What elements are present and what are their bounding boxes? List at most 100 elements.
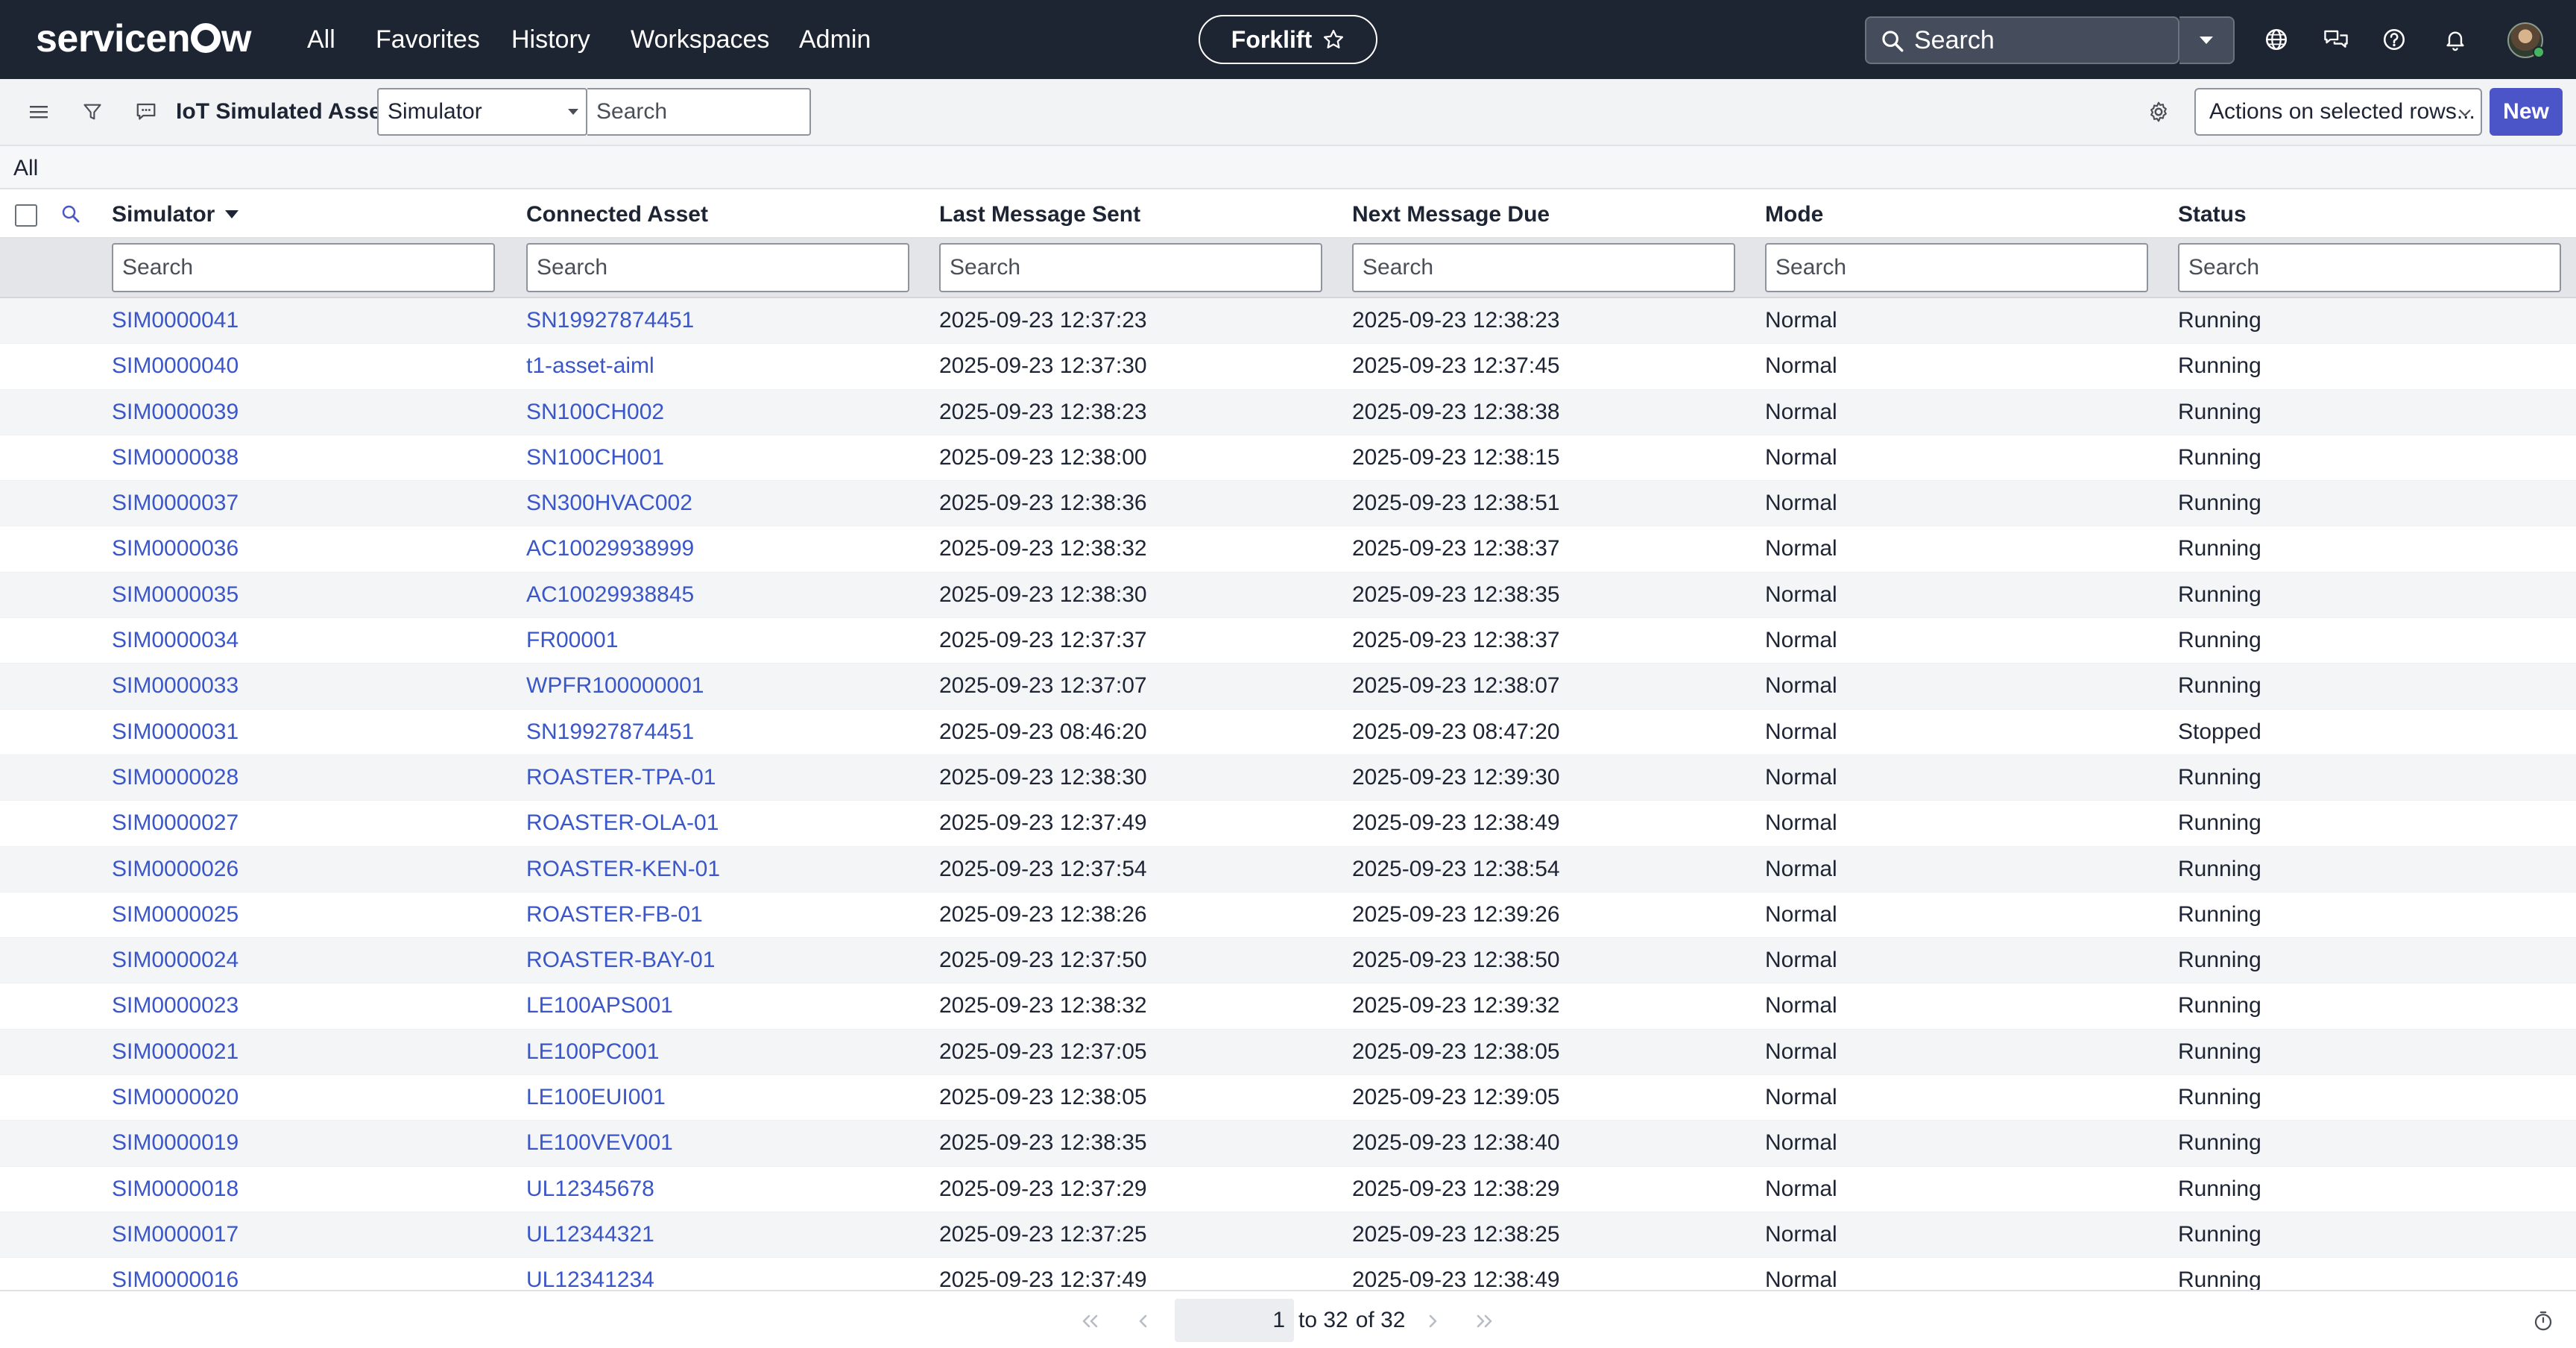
column-header-last-message-sent[interactable]: Last Message Sent bbox=[939, 200, 1140, 230]
filter-connected-asset-input[interactable] bbox=[526, 243, 909, 292]
table-row[interactable]: SIM0000039 SN100CH002 2025-09-23 12:38:2… bbox=[0, 389, 2576, 435]
table-row[interactable]: SIM0000019 LE100VEV001 2025-09-23 12:38:… bbox=[0, 1121, 2576, 1167]
connected-asset-link[interactable]: LE100VEV001 bbox=[526, 1121, 673, 1165]
table-row[interactable]: SIM0000025 ROASTER-FB-01 2025-09-23 12:3… bbox=[0, 892, 2576, 939]
table-row[interactable]: SIM0000026 ROASTER-KEN-01 2025-09-23 12:… bbox=[0, 846, 2576, 892]
table-row[interactable]: SIM0000021 LE100PC001 2025-09-23 12:37:0… bbox=[0, 1029, 2576, 1076]
table-row[interactable]: SIM0000031 SN19927874451 2025-09-23 08:4… bbox=[0, 710, 2576, 755]
filter-status-input[interactable] bbox=[2178, 243, 2561, 292]
globe-icon[interactable] bbox=[2261, 25, 2291, 54]
filter-next-message-due-input[interactable] bbox=[1352, 243, 1735, 292]
table-row[interactable]: SIM0000038 SN100CH001 2025-09-23 12:38:0… bbox=[0, 435, 2576, 482]
table-row[interactable]: SIM0000027 ROASTER-OLA-01 2025-09-23 12:… bbox=[0, 801, 2576, 847]
global-search-input[interactable]: Search bbox=[1865, 16, 2179, 64]
select-all-checkbox[interactable] bbox=[15, 204, 37, 227]
simulator-link[interactable]: SIM0000033 bbox=[112, 664, 239, 708]
table-row[interactable]: SIM0000034 FR00001 2025-09-23 12:37:37 2… bbox=[0, 618, 2576, 664]
connected-asset-link[interactable]: AC10029938999 bbox=[526, 526, 694, 571]
column-search-icon[interactable] bbox=[60, 203, 82, 225]
list-search-input[interactable] bbox=[587, 88, 811, 136]
workspace-pill-forklift[interactable]: Forklift bbox=[1199, 15, 1377, 64]
column-header-mode[interactable]: Mode bbox=[1765, 200, 1823, 230]
search-field-select[interactable]: Simulator bbox=[377, 88, 587, 136]
simulator-link[interactable]: SIM0000028 bbox=[112, 755, 239, 800]
table-row[interactable]: SIM0000028 ROASTER-TPA-01 2025-09-23 12:… bbox=[0, 755, 2576, 801]
connected-asset-link[interactable]: SN19927874451 bbox=[526, 298, 694, 343]
nav-all[interactable]: All bbox=[307, 24, 335, 55]
simulator-link[interactable]: SIM0000017 bbox=[112, 1212, 239, 1257]
simulator-link[interactable]: SIM0000018 bbox=[112, 1167, 239, 1212]
connected-asset-link[interactable]: UL12345678 bbox=[526, 1167, 654, 1212]
current-page-input[interactable] bbox=[1175, 1299, 1294, 1342]
connected-asset-link[interactable]: SN19927874451 bbox=[526, 710, 694, 755]
first-page-icon[interactable] bbox=[1076, 1308, 1103, 1335]
simulator-link[interactable]: SIM0000031 bbox=[112, 710, 239, 755]
nav-admin[interactable]: Admin bbox=[799, 24, 871, 55]
connected-asset-link[interactable]: ROASTER-TPA-01 bbox=[526, 755, 716, 800]
new-button[interactable]: New bbox=[2490, 88, 2563, 136]
connected-asset-link[interactable]: SN100CH001 bbox=[526, 435, 664, 480]
nav-workspaces[interactable]: Workspaces bbox=[631, 24, 769, 55]
servicenow-logo[interactable]: servicen w bbox=[36, 16, 252, 61]
connected-asset-link[interactable]: ROASTER-FB-01 bbox=[526, 892, 703, 937]
breadcrumb-all[interactable]: All bbox=[13, 155, 38, 182]
search-scope-dropdown[interactable] bbox=[2179, 16, 2235, 64]
chat-bubbles-icon[interactable] bbox=[2321, 25, 2351, 54]
next-page-icon[interactable] bbox=[1419, 1308, 1446, 1335]
simulator-link[interactable]: SIM0000035 bbox=[112, 573, 239, 617]
column-header-simulator[interactable]: Simulator bbox=[112, 200, 239, 230]
chat-icon[interactable] bbox=[130, 95, 162, 128]
connected-asset-link[interactable]: SN100CH002 bbox=[526, 390, 664, 435]
simulator-link[interactable]: SIM0000038 bbox=[112, 435, 239, 480]
simulator-link[interactable]: SIM0000036 bbox=[112, 526, 239, 571]
connected-asset-link[interactable]: LE100APS001 bbox=[526, 983, 673, 1028]
table-row[interactable]: SIM0000020 LE100EUI001 2025-09-23 12:38:… bbox=[0, 1075, 2576, 1121]
simulator-link[interactable]: SIM0000027 bbox=[112, 801, 239, 845]
bell-icon[interactable] bbox=[2440, 25, 2470, 54]
simulator-link[interactable]: SIM0000016 bbox=[112, 1258, 239, 1290]
simulator-link[interactable]: SIM0000039 bbox=[112, 390, 239, 435]
simulator-link[interactable]: SIM0000040 bbox=[112, 344, 239, 388]
table-row[interactable]: SIM0000033 WPFR100000001 2025-09-23 12:3… bbox=[0, 664, 2576, 710]
connected-asset-link[interactable]: AC10029938845 bbox=[526, 573, 694, 617]
simulator-link[interactable]: SIM0000020 bbox=[112, 1075, 239, 1120]
connected-asset-link[interactable]: WPFR100000001 bbox=[526, 664, 704, 708]
nav-favorites[interactable]: Favorites bbox=[376, 24, 480, 55]
filter-simulator-input[interactable] bbox=[112, 243, 495, 292]
table-row[interactable]: SIM0000018 UL12345678 2025-09-23 12:37:2… bbox=[0, 1167, 2576, 1212]
gear-icon[interactable] bbox=[2142, 95, 2175, 128]
simulator-link[interactable]: SIM0000024 bbox=[112, 938, 239, 983]
simulator-link[interactable]: SIM0000023 bbox=[112, 983, 239, 1028]
table-row[interactable]: SIM0000035 AC10029938845 2025-09-23 12:3… bbox=[0, 572, 2576, 619]
table-row[interactable]: SIM0000016 UL12341234 2025-09-23 12:37:4… bbox=[0, 1258, 2576, 1290]
filter-icon[interactable] bbox=[76, 95, 109, 128]
connected-asset-link[interactable]: t1-asset-aiml bbox=[526, 344, 654, 388]
connected-asset-link[interactable]: SN300HVAC002 bbox=[526, 481, 692, 526]
actions-on-selected-rows-select[interactable]: Actions on selected rows... bbox=[2194, 88, 2482, 136]
hamburger-icon[interactable] bbox=[22, 95, 55, 128]
simulator-link[interactable]: SIM0000037 bbox=[112, 481, 239, 526]
simulator-link[interactable]: SIM0000034 bbox=[112, 618, 239, 663]
connected-asset-link[interactable]: LE100EUI001 bbox=[526, 1075, 666, 1120]
connected-asset-link[interactable]: UL12341234 bbox=[526, 1258, 654, 1290]
last-page-icon[interactable] bbox=[1471, 1308, 1498, 1335]
simulator-link[interactable]: SIM0000041 bbox=[112, 298, 239, 343]
connected-asset-link[interactable]: LE100PC001 bbox=[526, 1030, 659, 1074]
help-icon[interactable] bbox=[2379, 25, 2409, 54]
connected-asset-link[interactable]: ROASTER-OLA-01 bbox=[526, 801, 719, 845]
table-row[interactable]: SIM0000024 ROASTER-BAY-01 2025-09-23 12:… bbox=[0, 938, 2576, 984]
table-row[interactable]: SIM0000036 AC10029938999 2025-09-23 12:3… bbox=[0, 526, 2576, 573]
simulator-link[interactable]: SIM0000026 bbox=[112, 847, 239, 892]
table-row[interactable]: SIM0000041 SN19927874451 2025-09-23 12:3… bbox=[0, 298, 2576, 344]
simulator-link[interactable]: SIM0000025 bbox=[112, 892, 239, 937]
nav-history[interactable]: History bbox=[511, 24, 590, 55]
connected-asset-link[interactable]: UL12344321 bbox=[526, 1212, 654, 1257]
column-header-next-message-due[interactable]: Next Message Due bbox=[1352, 200, 1550, 230]
column-header-status[interactable]: Status bbox=[2178, 200, 2247, 230]
star-icon[interactable] bbox=[1322, 28, 1345, 51]
table-row[interactable]: SIM0000037 SN300HVAC002 2025-09-23 12:38… bbox=[0, 481, 2576, 527]
connected-asset-link[interactable]: ROASTER-BAY-01 bbox=[526, 938, 715, 983]
filter-last-message-sent-input[interactable] bbox=[939, 243, 1322, 292]
simulator-link[interactable]: SIM0000019 bbox=[112, 1121, 239, 1165]
timer-icon[interactable] bbox=[2530, 1308, 2557, 1335]
